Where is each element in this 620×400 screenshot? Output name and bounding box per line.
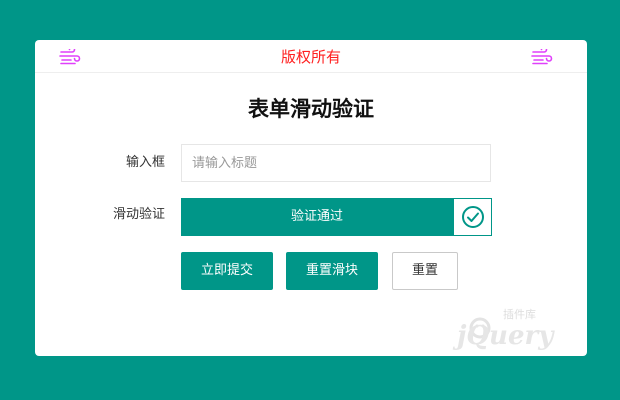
card-header: 版权所有	[35, 40, 587, 73]
slider-status-text: 验证通过	[290, 209, 343, 224]
title-input[interactable]	[181, 144, 491, 182]
slide-verify-track[interactable]: 验证通过	[181, 198, 492, 236]
form-title: 表单滑动验证	[248, 97, 374, 121]
reset-button[interactable]: 重置	[392, 252, 458, 290]
watermark-subtext: 插件库	[503, 307, 536, 321]
copyright-text: 版权所有	[280, 48, 341, 66]
reset-slider-button[interactable]: 重置滑块	[286, 252, 378, 290]
check-circle-icon	[462, 206, 484, 228]
form-card: 版权所有 表单滑动验证 输入框 滑动验证 验证通过 立即提交 重置滑块 重置	[35, 40, 587, 356]
wind-icon	[531, 46, 553, 65]
submit-button[interactable]: 立即提交	[181, 252, 273, 290]
input-label: 输入框	[125, 155, 165, 170]
slider-handle[interactable]	[453, 199, 491, 235]
slider-label: 滑动验证	[112, 207, 165, 222]
jquery-logo: 插件库 jQuery	[443, 304, 577, 351]
watermark-text: jQuery	[452, 321, 555, 350]
